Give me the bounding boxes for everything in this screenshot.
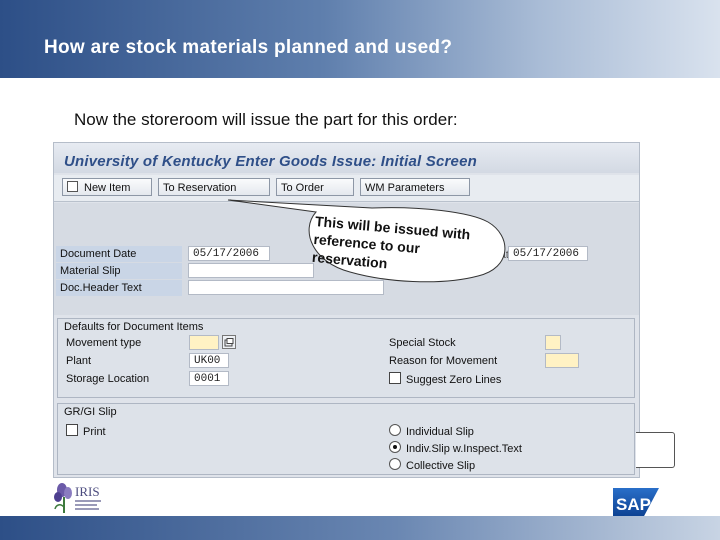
defaults-group-title: Defaults for Document Items xyxy=(64,321,204,333)
inspect-text-slip-label: Indiv.Slip w.Inspect.Text xyxy=(406,443,522,455)
to-reservation-label: To Reservation xyxy=(163,182,237,194)
inspect-text-slip-radio[interactable] xyxy=(389,441,401,453)
print-option[interactable]: Print xyxy=(66,424,106,439)
new-item-button[interactable]: New Item xyxy=(62,178,152,196)
movement-type-field[interactable] xyxy=(189,335,219,350)
individual-slip-radio[interactable] xyxy=(389,424,401,436)
slide-subtitle: Now the storeroom will issue the part fo… xyxy=(74,110,458,129)
svg-text:IRIS: IRIS xyxy=(75,484,100,499)
bottom-bar xyxy=(0,516,720,540)
suggest-zero-lines-label: Suggest Zero Lines xyxy=(406,374,502,386)
print-label: Print xyxy=(83,426,106,438)
slip-option-individual[interactable]: Individual Slip xyxy=(389,424,474,439)
document-date-field[interactable]: 05/17/2006 xyxy=(188,246,270,261)
collective-slip-label: Collective Slip xyxy=(406,460,476,472)
to-order-button[interactable]: To Order xyxy=(276,178,354,196)
posting-date-field[interactable]: 05/17/2006 xyxy=(508,246,588,261)
slip-option-inspect-text[interactable]: Indiv.Slip w.Inspect.Text xyxy=(389,441,522,456)
sap-screenshot: University of Kentucky Enter Goods Issue… xyxy=(53,142,640,478)
toolbar: New Item To Reservation To Order WM Para… xyxy=(54,175,639,202)
gr-gi-slip-group: GR/GI Slip Print Individual Slip Indiv.S… xyxy=(57,403,635,475)
window-title-bar: University of Kentucky Enter Goods Issue… xyxy=(54,143,639,173)
material-slip-field[interactable] xyxy=(188,263,314,278)
suggest-zero-lines-checkbox[interactable] xyxy=(389,372,401,384)
individual-slip-label: Individual Slip xyxy=(406,426,474,438)
doc-header-text-field[interactable] xyxy=(188,280,384,295)
to-reservation-button[interactable]: To Reservation xyxy=(158,178,270,196)
wm-parameters-label: WM Parameters xyxy=(365,182,445,194)
movement-type-label: Movement type xyxy=(66,337,142,349)
slide-banner: How are stock materials planned and used… xyxy=(0,0,720,78)
reason-for-movement-field[interactable] xyxy=(545,353,579,368)
document-date-label: Document Date xyxy=(56,246,182,262)
iris-logo: IRIS xyxy=(52,481,112,515)
to-order-label: To Order xyxy=(281,182,324,194)
reason-for-movement-label: Reason for Movement xyxy=(389,355,498,367)
plant-field[interactable]: UK00 xyxy=(189,353,229,368)
wm-parameters-button[interactable]: WM Parameters xyxy=(360,178,470,196)
material-slip-label: Material Slip xyxy=(56,263,182,279)
value-help-icon[interactable] xyxy=(222,335,236,349)
new-item-icon xyxy=(67,181,78,192)
svg-text:SAP: SAP xyxy=(616,495,651,514)
print-checkbox[interactable] xyxy=(66,424,78,436)
doc-header-text-label: Doc.Header Text xyxy=(56,280,182,296)
special-stock-field[interactable] xyxy=(545,335,561,350)
storage-location-label: Storage Location xyxy=(66,373,150,385)
slide-title: How are stock materials planned and used… xyxy=(44,37,453,58)
collective-slip-radio[interactable] xyxy=(389,458,401,470)
storage-location-field[interactable]: 0001 xyxy=(189,371,229,386)
gr-gi-slip-title: GR/GI Slip xyxy=(64,406,117,418)
sap-logo: SAP xyxy=(613,488,659,518)
plant-label: Plant xyxy=(66,355,92,367)
slip-option-collective[interactable]: Collective Slip xyxy=(389,458,475,473)
new-item-label: New Item xyxy=(84,182,131,194)
window-title: University of Kentucky Enter Goods Issue… xyxy=(64,153,477,170)
defaults-group: Defaults for Document Items Movement typ… xyxy=(57,318,635,398)
special-stock-label: Special Stock xyxy=(389,337,456,349)
suggest-zero-lines-option[interactable]: Suggest Zero Lines xyxy=(389,372,501,387)
side-frame xyxy=(636,432,675,468)
